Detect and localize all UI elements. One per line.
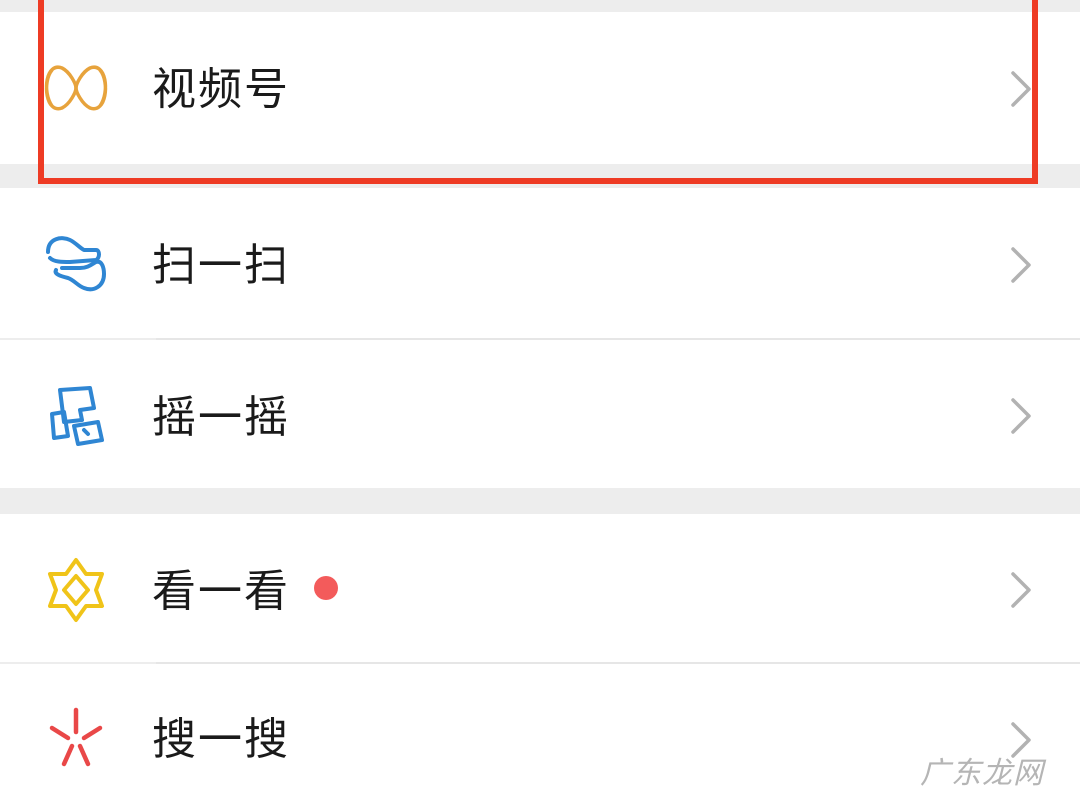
menu-item-shake[interactable]: 摇一摇 [0, 340, 1080, 488]
chevron-right-icon [1008, 245, 1034, 285]
menu-item-channels[interactable]: 视频号 [0, 12, 1080, 164]
chevron-right-icon [1008, 570, 1034, 610]
search-sparkle-icon [40, 702, 112, 774]
notification-dot [314, 576, 338, 600]
top-stories-icon [40, 554, 112, 626]
chevron-right-icon [1008, 69, 1034, 109]
chevron-right-icon [1008, 396, 1034, 436]
menu-item-label: 看一看 [152, 566, 290, 617]
menu-item-label: 视频号 [152, 64, 290, 115]
menu-item-scan[interactable]: 扫一扫 [0, 188, 1080, 338]
menu-item-label: 搜一搜 [152, 714, 290, 765]
channels-icon [40, 52, 112, 124]
scan-icon [40, 228, 112, 300]
menu-item-label: 摇一摇 [152, 392, 290, 443]
menu-item-label: 扫一扫 [152, 240, 290, 291]
menu-item-top-stories[interactable]: 看一看 [0, 514, 1080, 662]
menu-item-search[interactable]: 搜一搜 [0, 664, 1080, 810]
shake-icon [40, 380, 112, 452]
watermark-text: 广东龙网 [920, 756, 1044, 791]
